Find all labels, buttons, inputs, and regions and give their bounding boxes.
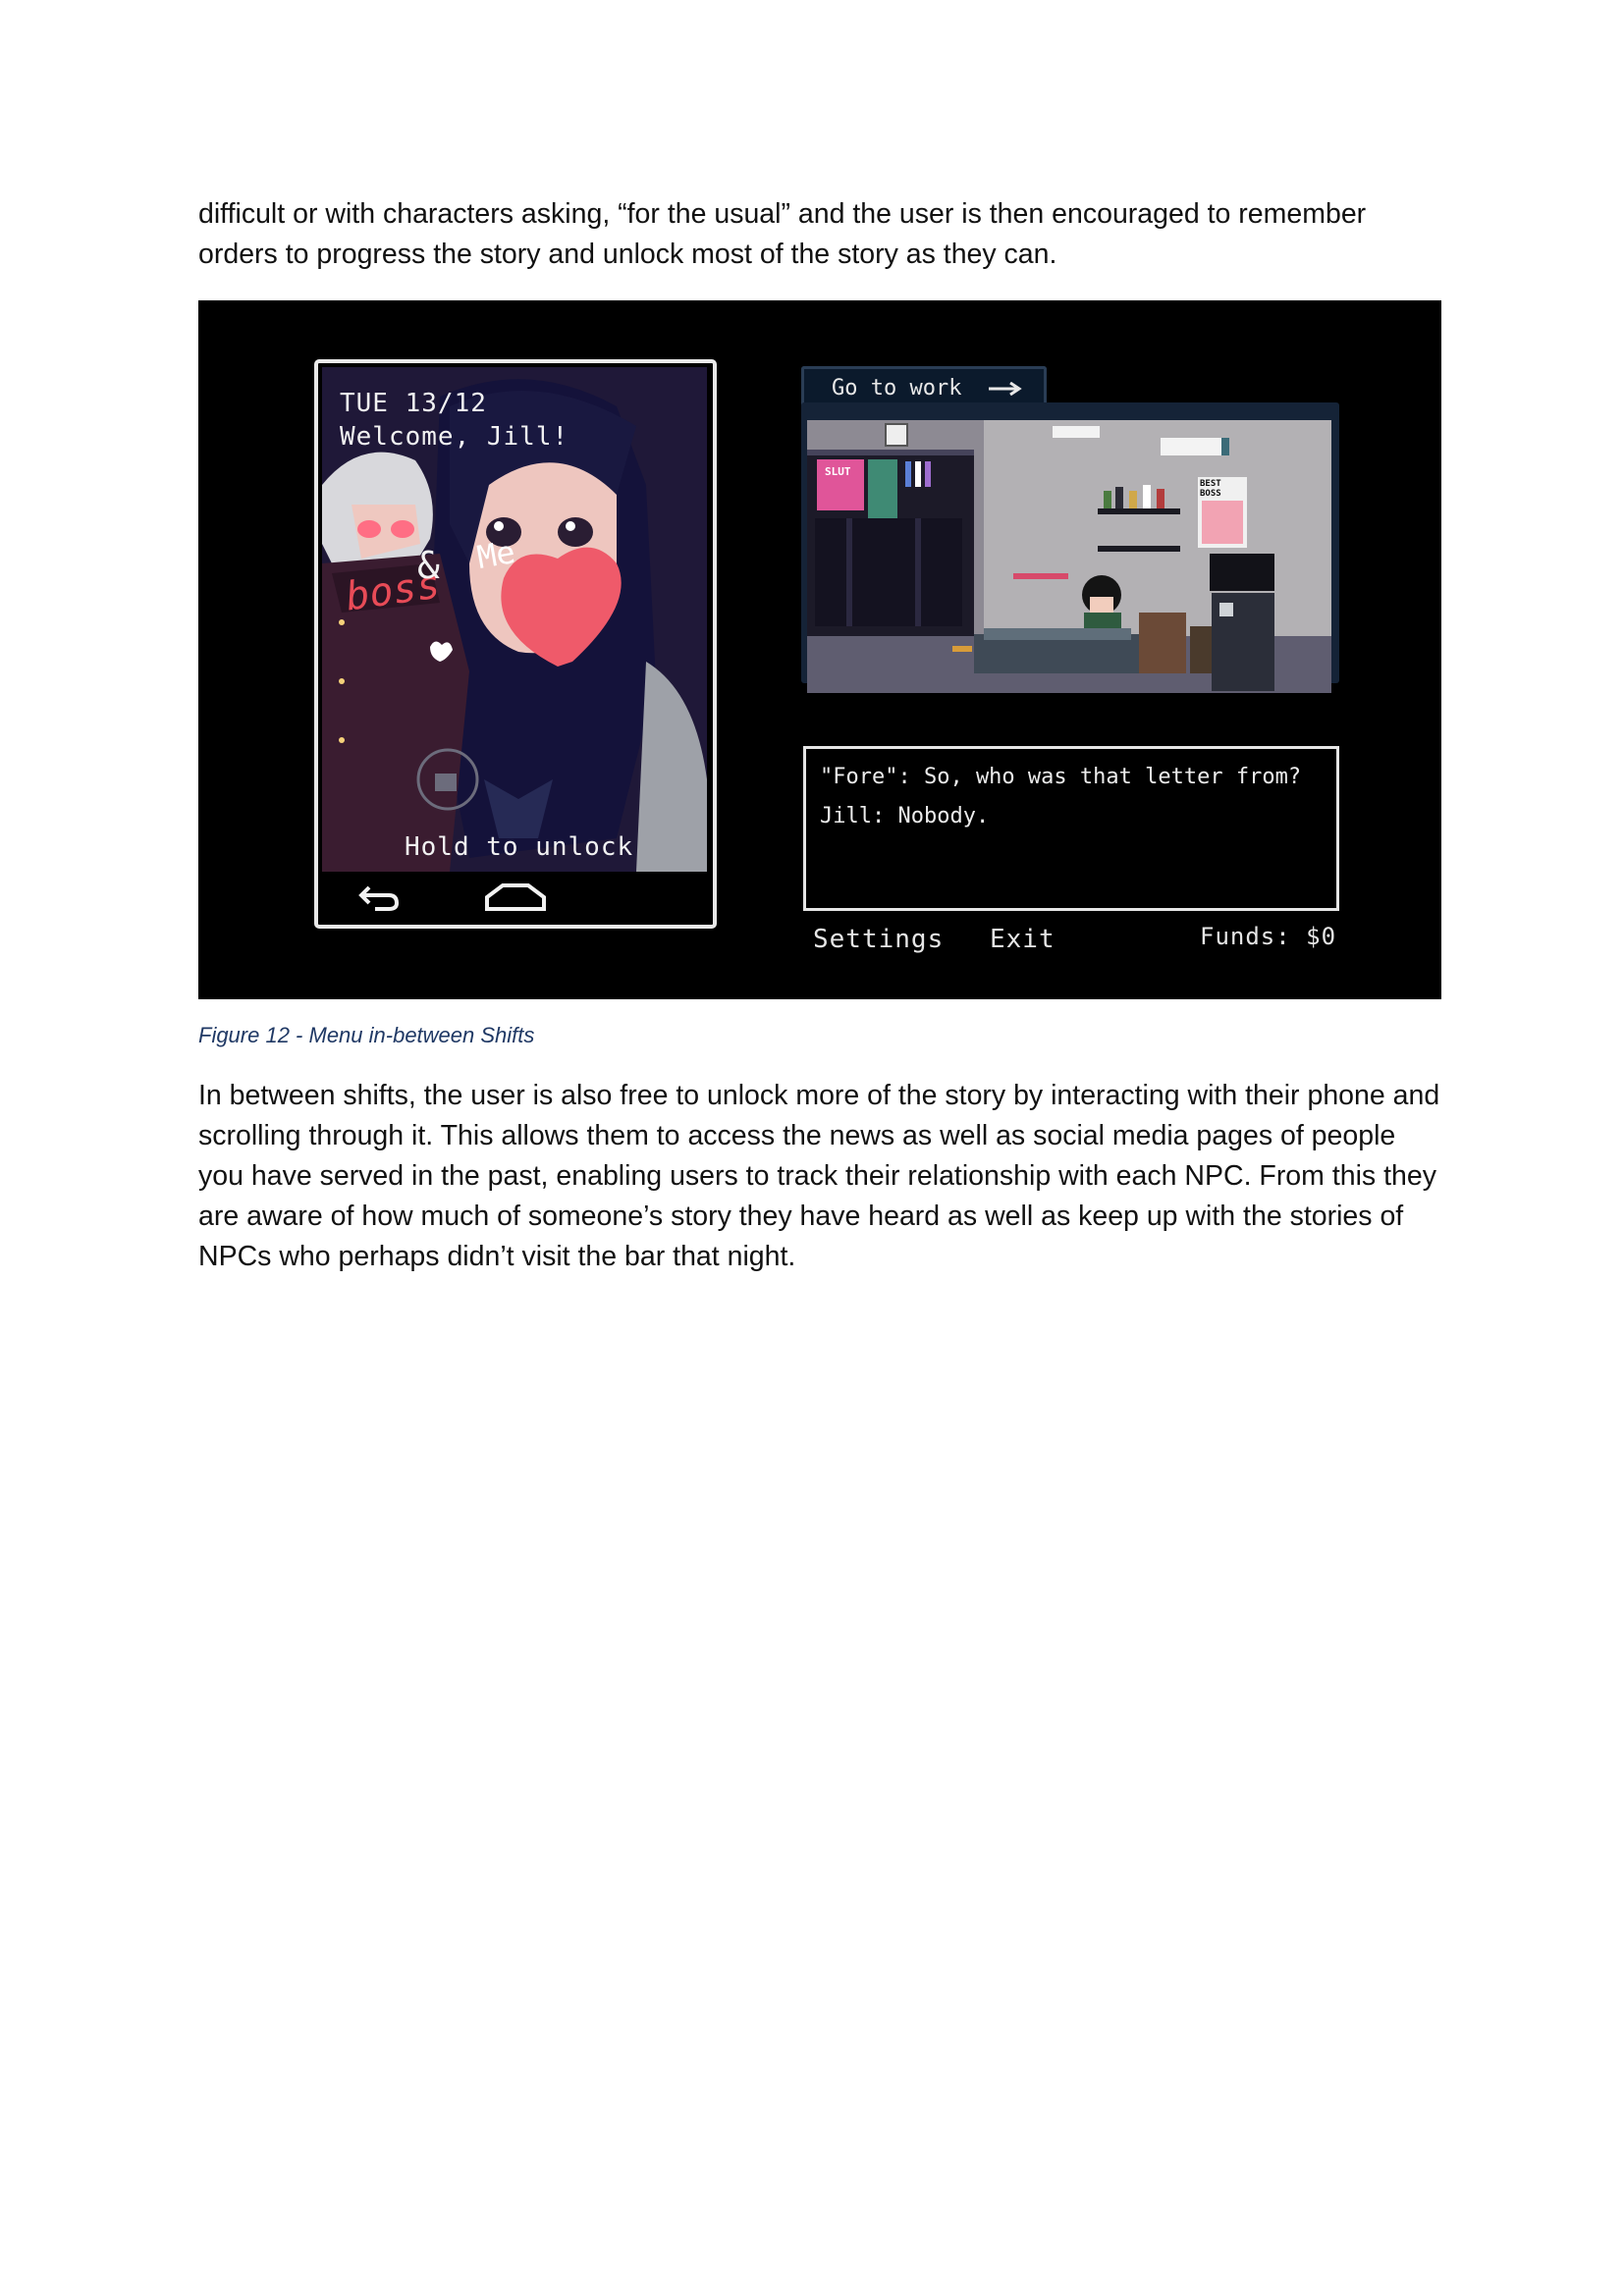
body-paragraph-2: In between shifts, the user is also free…: [198, 1080, 1440, 1272]
wallpaper-text-me: Me: [473, 532, 518, 577]
exit-button[interactable]: Exit: [990, 925, 1056, 954]
dialog-line-1: "Fore": So, who was that letter from?: [820, 765, 1302, 789]
funds-display: Funds: $0: [1200, 923, 1337, 950]
body-paragraph-1: difficult or with characters asking, “fo…: [198, 198, 1367, 270]
go-to-work-tab[interactable]: Go to work: [801, 366, 1047, 405]
phone-lock-screen[interactable]: boss & Me TUE 13/12 Welcome, Jill! Hold …: [314, 359, 717, 929]
settings-button[interactable]: Settings: [813, 925, 944, 954]
room-scene[interactable]: SLUT BEST BOSS: [807, 420, 1331, 693]
dialog-line-2: Jill: Nobody.: [820, 804, 990, 828]
room-scene-frame: SLUT BEST BOSS: [801, 402, 1339, 693]
phone-date: TUE 13/12: [340, 389, 487, 418]
dialog-box[interactable]: "Fore": So, who was that letter from? Ji…: [803, 746, 1339, 911]
phone-welcome: Welcome, Jill!: [340, 422, 569, 452]
back-arrow-icon[interactable]: [355, 880, 403, 915]
arrow-right-icon: [988, 381, 1022, 397]
home-icon[interactable]: [483, 880, 548, 915]
phone-unlock-hint: Hold to unlock: [405, 832, 634, 862]
room-illustration: [807, 420, 1331, 693]
go-to-work-label: Go to work: [832, 376, 962, 400]
figure-caption: Figure 12 - Menu in-between Shifts: [198, 1023, 535, 1047]
wallpaper-text-ampersand: &: [417, 544, 440, 587]
shirt-sign: SLUT: [825, 465, 851, 478]
game-screenshot-figure: boss & Me TUE 13/12 Welcome, Jill! Hold …: [198, 300, 1441, 999]
poster-sign: BEST BOSS: [1200, 479, 1221, 499]
phone-nav-bar: [318, 872, 713, 925]
phone-wallpaper: boss & Me TUE 13/12 Welcome, Jill! Hold …: [322, 367, 707, 872]
